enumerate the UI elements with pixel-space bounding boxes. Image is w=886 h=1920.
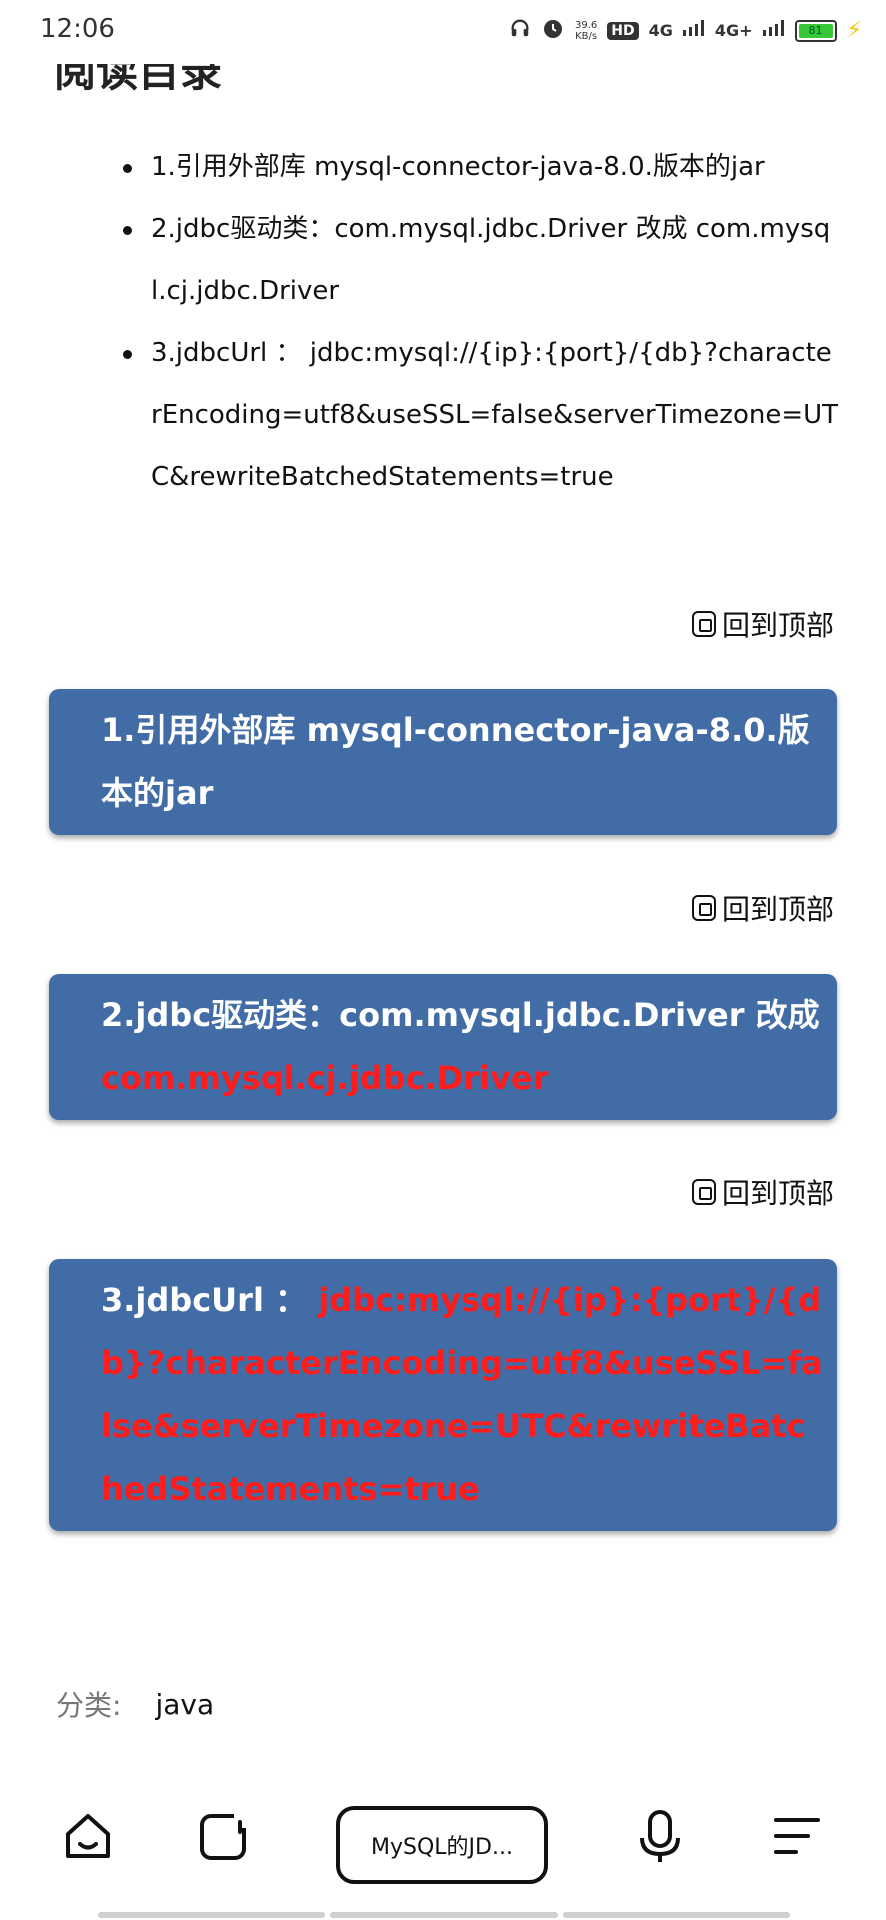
back-to-top-link-2[interactable]: 回到顶部 bbox=[691, 888, 834, 928]
signal-icon bbox=[682, 20, 705, 41]
status-bar: 12:06 39.6 KB/s HD 4G 4G+ 81 ⚡ bbox=[0, 0, 886, 64]
section-heading-3: 3.jdbcUrl ： jdbc:mysql://{ip}:{port}/{db… bbox=[49, 1259, 837, 1531]
alarm-icon bbox=[541, 16, 565, 45]
home-icon[interactable] bbox=[60, 1808, 116, 1864]
microphone-icon[interactable] bbox=[632, 1808, 688, 1864]
toc-heading-partial: 阅读目录 bbox=[54, 64, 223, 96]
category-label: 分类: bbox=[56, 1689, 122, 1722]
battery-level: 81 bbox=[798, 23, 833, 38]
battery-icon: 81 bbox=[794, 19, 837, 42]
status-icons: 39.6 KB/s HD 4G 4G+ 81 ⚡ bbox=[509, 16, 862, 45]
back-to-top-link-1[interactable]: 回到顶部 bbox=[691, 604, 834, 644]
back-to-top-icon bbox=[691, 1179, 716, 1205]
signal-icon-2 bbox=[762, 20, 785, 41]
table-of-contents: 1.引用外部库 mysql-connector-java-8.0.版本的jar … bbox=[120, 136, 840, 508]
hd-badge: HD bbox=[607, 21, 639, 40]
section-heading-1: 1.引用外部库 mysql-connector-java-8.0.版本的jar bbox=[49, 689, 837, 835]
toc-item-3[interactable]: 3.jdbcUrl ： jdbc:mysql://{ip}:{port}/{db… bbox=[120, 322, 840, 508]
menu-icon[interactable] bbox=[768, 1808, 824, 1864]
toc-item-1[interactable]: 1.引用外部库 mysql-connector-java-8.0.版本的jar bbox=[120, 136, 840, 198]
highlighted-code: com.mysql.cj.jdbc.Driver bbox=[101, 1059, 549, 1097]
network-4g-plus-label: 4G+ bbox=[714, 21, 753, 40]
headphones-icon bbox=[509, 17, 531, 44]
back-to-top-icon bbox=[691, 895, 716, 921]
section-heading-2: 2.jdbc驱动类：com.mysql.jdbc.Driver 改成 com.m… bbox=[49, 974, 837, 1120]
category-link-java[interactable]: java bbox=[155, 1688, 214, 1721]
status-time: 12:06 bbox=[40, 14, 115, 44]
browser-bottom-bar: MySQL的JD... bbox=[0, 1770, 886, 1920]
article-content[interactable]: 阅读目录 1.引用外部库 mysql-connector-java-8.0.版本… bbox=[0, 64, 886, 1769]
page-indicator bbox=[98, 1912, 790, 1918]
network-speed: 39.6 KB/s bbox=[575, 19, 598, 42]
toc-item-2[interactable]: 2.jdbc驱动类：com.mysql.jdbc.Driver 改成 com.m… bbox=[120, 198, 840, 322]
back-to-top-icon bbox=[691, 611, 716, 637]
current-tab-button[interactable]: MySQL的JD... bbox=[336, 1806, 548, 1884]
category-row: 分类: java bbox=[56, 1684, 214, 1724]
network-4g-label: 4G bbox=[648, 21, 673, 40]
tabs-icon[interactable] bbox=[196, 1808, 252, 1864]
back-to-top-link-3[interactable]: 回到顶部 bbox=[691, 1172, 834, 1212]
charging-bolt-icon: ⚡ bbox=[846, 18, 862, 43]
